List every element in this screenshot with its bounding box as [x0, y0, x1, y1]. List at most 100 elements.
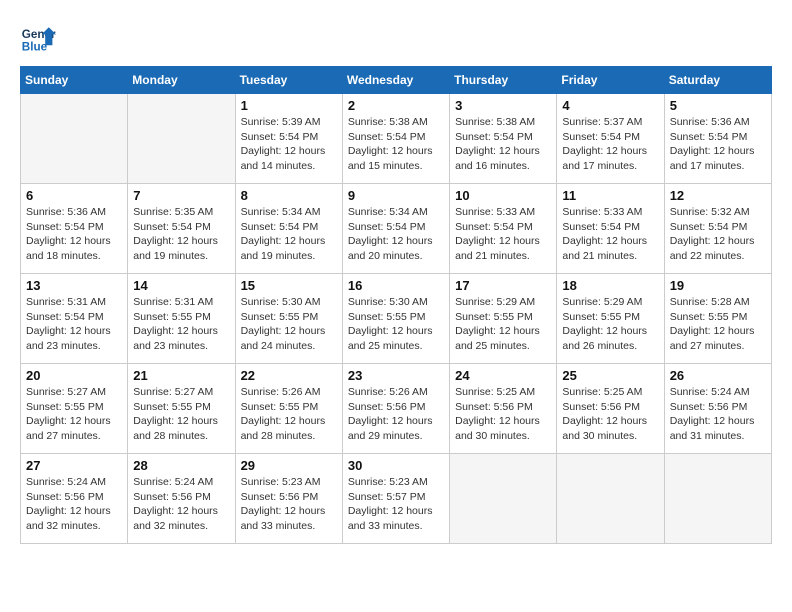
day-info: Sunrise: 5:29 AMSunset: 5:55 PMDaylight:… — [455, 295, 551, 354]
day-cell — [128, 94, 235, 184]
day-number: 22 — [241, 368, 337, 383]
day-cell: 5Sunrise: 5:36 AMSunset: 5:54 PMDaylight… — [664, 94, 771, 184]
day-cell: 22 Sunrise: 5:26 AMSunset: 5:55 PMDayligh… — [235, 364, 342, 454]
weekday-tuesday: Tuesday — [235, 67, 342, 94]
day-cell: 8 Sunrise: 5:34 AMSunset: 5:54 PMDaylight… — [235, 184, 342, 274]
day-cell: 28 Sunrise: 5:24 AMSunset: 5:56 PMDayligh… — [128, 454, 235, 544]
day-info: Sunrise: 5:34 AMSunset: 5:54 PMDaylight:… — [241, 205, 337, 264]
day-info: Sunrise: 5:31 AMSunset: 5:54 PMDaylight:… — [26, 295, 122, 354]
day-info: Sunrise: 5:32 AMSunset: 5:54 PMDaylight:… — [670, 205, 766, 264]
day-cell — [664, 454, 771, 544]
weekday-monday: Monday — [128, 67, 235, 94]
day-number: 20 — [26, 368, 122, 383]
calendar-table: SundayMondayTuesdayWednesdayThursdayFrid… — [20, 66, 772, 544]
day-info: Sunrise: 5:30 AMSunset: 5:55 PMDaylight:… — [348, 295, 444, 354]
day-cell: 4 Sunrise: 5:37 AMSunset: 5:54 PMDaylight… — [557, 94, 664, 184]
day-cell: 9 Sunrise: 5:34 AMSunset: 5:54 PMDaylight… — [342, 184, 449, 274]
day-cell: 2Sunrise: 5:38 AMSunset: 5:54 PMDaylight… — [342, 94, 449, 184]
day-info: Sunrise: 5:38 AMSunset: 5:54 PMDaylight:… — [455, 115, 551, 174]
day-number: 29 — [241, 458, 337, 473]
day-cell — [557, 454, 664, 544]
logo-icon: General Blue — [20, 20, 56, 56]
day-info: Sunrise: 5:33 AMSunset: 5:54 PMDaylight:… — [562, 205, 658, 264]
day-info: Sunrise: 5:26 AMSunset: 5:55 PMDaylight:… — [241, 385, 337, 444]
day-cell: 25 Sunrise: 5:25 AMSunset: 5:56 PMDayligh… — [557, 364, 664, 454]
week-row-4: 20 Sunrise: 5:27 AMSunset: 5:55 PMDayligh… — [21, 364, 772, 454]
day-number: 16 — [348, 278, 444, 293]
svg-text:Blue: Blue — [22, 41, 48, 54]
day-number: 1 — [241, 98, 337, 113]
day-cell: 11 Sunrise: 5:33 AMSunset: 5:54 PMDayligh… — [557, 184, 664, 274]
day-cell: 15 Sunrise: 5:30 AMSunset: 5:55 PMDayligh… — [235, 274, 342, 364]
day-number: 30 — [348, 458, 444, 473]
day-number: 4 — [562, 98, 658, 113]
day-cell — [450, 454, 557, 544]
day-info: Sunrise: 5:34 AMSunset: 5:54 PMDaylight:… — [348, 205, 444, 264]
day-cell: 20 Sunrise: 5:27 AMSunset: 5:55 PMDayligh… — [21, 364, 128, 454]
day-cell: 12 Sunrise: 5:32 AMSunset: 5:54 PMDayligh… — [664, 184, 771, 274]
day-info: Sunrise: 5:26 AMSunset: 5:56 PMDaylight:… — [348, 385, 444, 444]
day-info: Sunrise: 5:24 AMSunset: 5:56 PMDaylight:… — [133, 475, 229, 534]
day-number: 18 — [562, 278, 658, 293]
day-cell: 24 Sunrise: 5:25 AMSunset: 5:56 PMDayligh… — [450, 364, 557, 454]
day-info: Sunrise: 5:31 AMSunset: 5:55 PMDaylight:… — [133, 295, 229, 354]
day-info: Sunrise: 5:28 AMSunset: 5:55 PMDaylight:… — [670, 295, 766, 354]
day-number: 9 — [348, 188, 444, 203]
weekday-thursday: Thursday — [450, 67, 557, 94]
day-number: 27 — [26, 458, 122, 473]
day-cell: 18 Sunrise: 5:29 AMSunset: 5:55 PMDayligh… — [557, 274, 664, 364]
day-info: Sunrise: 5:30 AMSunset: 5:55 PMDaylight:… — [241, 295, 337, 354]
day-info: Sunrise: 5:27 AMSunset: 5:55 PMDaylight:… — [26, 385, 122, 444]
day-cell: 30 Sunrise: 5:23 AMSunset: 5:57 PMDayligh… — [342, 454, 449, 544]
weekday-saturday: Saturday — [664, 67, 771, 94]
day-cell: 7 Sunrise: 5:35 AMSunset: 5:54 PMDaylight… — [128, 184, 235, 274]
day-number: 14 — [133, 278, 229, 293]
day-number: 24 — [455, 368, 551, 383]
day-number: 21 — [133, 368, 229, 383]
day-number: 6 — [26, 188, 122, 203]
weekday-wednesday: Wednesday — [342, 67, 449, 94]
week-row-5: 27 Sunrise: 5:24 AMSunset: 5:56 PMDayligh… — [21, 454, 772, 544]
day-number: 25 — [562, 368, 658, 383]
week-row-3: 13 Sunrise: 5:31 AMSunset: 5:54 PMDayligh… — [21, 274, 772, 364]
day-number: 12 — [670, 188, 766, 203]
day-info: Sunrise: 5:25 AMSunset: 5:56 PMDaylight:… — [562, 385, 658, 444]
day-number: 19 — [670, 278, 766, 293]
week-row-1: 1Sunrise: 5:39 AMSunset: 5:54 PMDaylight… — [21, 94, 772, 184]
day-info: Sunrise: 5:35 AMSunset: 5:54 PMDaylight:… — [133, 205, 229, 264]
day-cell: 26 Sunrise: 5:24 AMSunset: 5:56 PMDayligh… — [664, 364, 771, 454]
day-cell: 27 Sunrise: 5:24 AMSunset: 5:56 PMDayligh… — [21, 454, 128, 544]
day-number: 28 — [133, 458, 229, 473]
day-cell: 3Sunrise: 5:38 AMSunset: 5:54 PMDaylight… — [450, 94, 557, 184]
day-info: Sunrise: 5:38 AMSunset: 5:54 PMDaylight:… — [348, 115, 444, 174]
day-number: 8 — [241, 188, 337, 203]
day-info: Sunrise: 5:37 AMSunset: 5:54 PMDaylight:… — [562, 115, 658, 174]
day-cell: 1Sunrise: 5:39 AMSunset: 5:54 PMDaylight… — [235, 94, 342, 184]
day-number: 15 — [241, 278, 337, 293]
day-cell: 10Sunrise: 5:33 AMSunset: 5:54 PMDayligh… — [450, 184, 557, 274]
page-header: General Blue — [20, 20, 772, 56]
day-cell: 23 Sunrise: 5:26 AMSunset: 5:56 PMDayligh… — [342, 364, 449, 454]
day-info: Sunrise: 5:24 AMSunset: 5:56 PMDaylight:… — [26, 475, 122, 534]
weekday-friday: Friday — [557, 67, 664, 94]
day-cell: 13 Sunrise: 5:31 AMSunset: 5:54 PMDayligh… — [21, 274, 128, 364]
day-info: Sunrise: 5:23 AMSunset: 5:57 PMDaylight:… — [348, 475, 444, 534]
day-cell: 21 Sunrise: 5:27 AMSunset: 5:55 PMDayligh… — [128, 364, 235, 454]
day-number: 13 — [26, 278, 122, 293]
week-row-2: 6 Sunrise: 5:36 AMSunset: 5:54 PMDaylight… — [21, 184, 772, 274]
day-info: Sunrise: 5:36 AMSunset: 5:54 PMDaylight:… — [26, 205, 122, 264]
day-number: 26 — [670, 368, 766, 383]
weekday-header-row: SundayMondayTuesdayWednesdayThursdayFrid… — [21, 67, 772, 94]
day-cell: 16 Sunrise: 5:30 AMSunset: 5:55 PMDayligh… — [342, 274, 449, 364]
day-info: Sunrise: 5:29 AMSunset: 5:55 PMDaylight:… — [562, 295, 658, 354]
day-cell: 6 Sunrise: 5:36 AMSunset: 5:54 PMDaylight… — [21, 184, 128, 274]
day-info: Sunrise: 5:25 AMSunset: 5:56 PMDaylight:… — [455, 385, 551, 444]
day-number: 11 — [562, 188, 658, 203]
day-number: 23 — [348, 368, 444, 383]
day-info: Sunrise: 5:27 AMSunset: 5:55 PMDaylight:… — [133, 385, 229, 444]
logo: General Blue — [20, 20, 56, 56]
day-number: 7 — [133, 188, 229, 203]
day-info: Sunrise: 5:23 AMSunset: 5:56 PMDaylight:… — [241, 475, 337, 534]
day-cell: 19 Sunrise: 5:28 AMSunset: 5:55 PMDayligh… — [664, 274, 771, 364]
day-info: Sunrise: 5:24 AMSunset: 5:56 PMDaylight:… — [670, 385, 766, 444]
